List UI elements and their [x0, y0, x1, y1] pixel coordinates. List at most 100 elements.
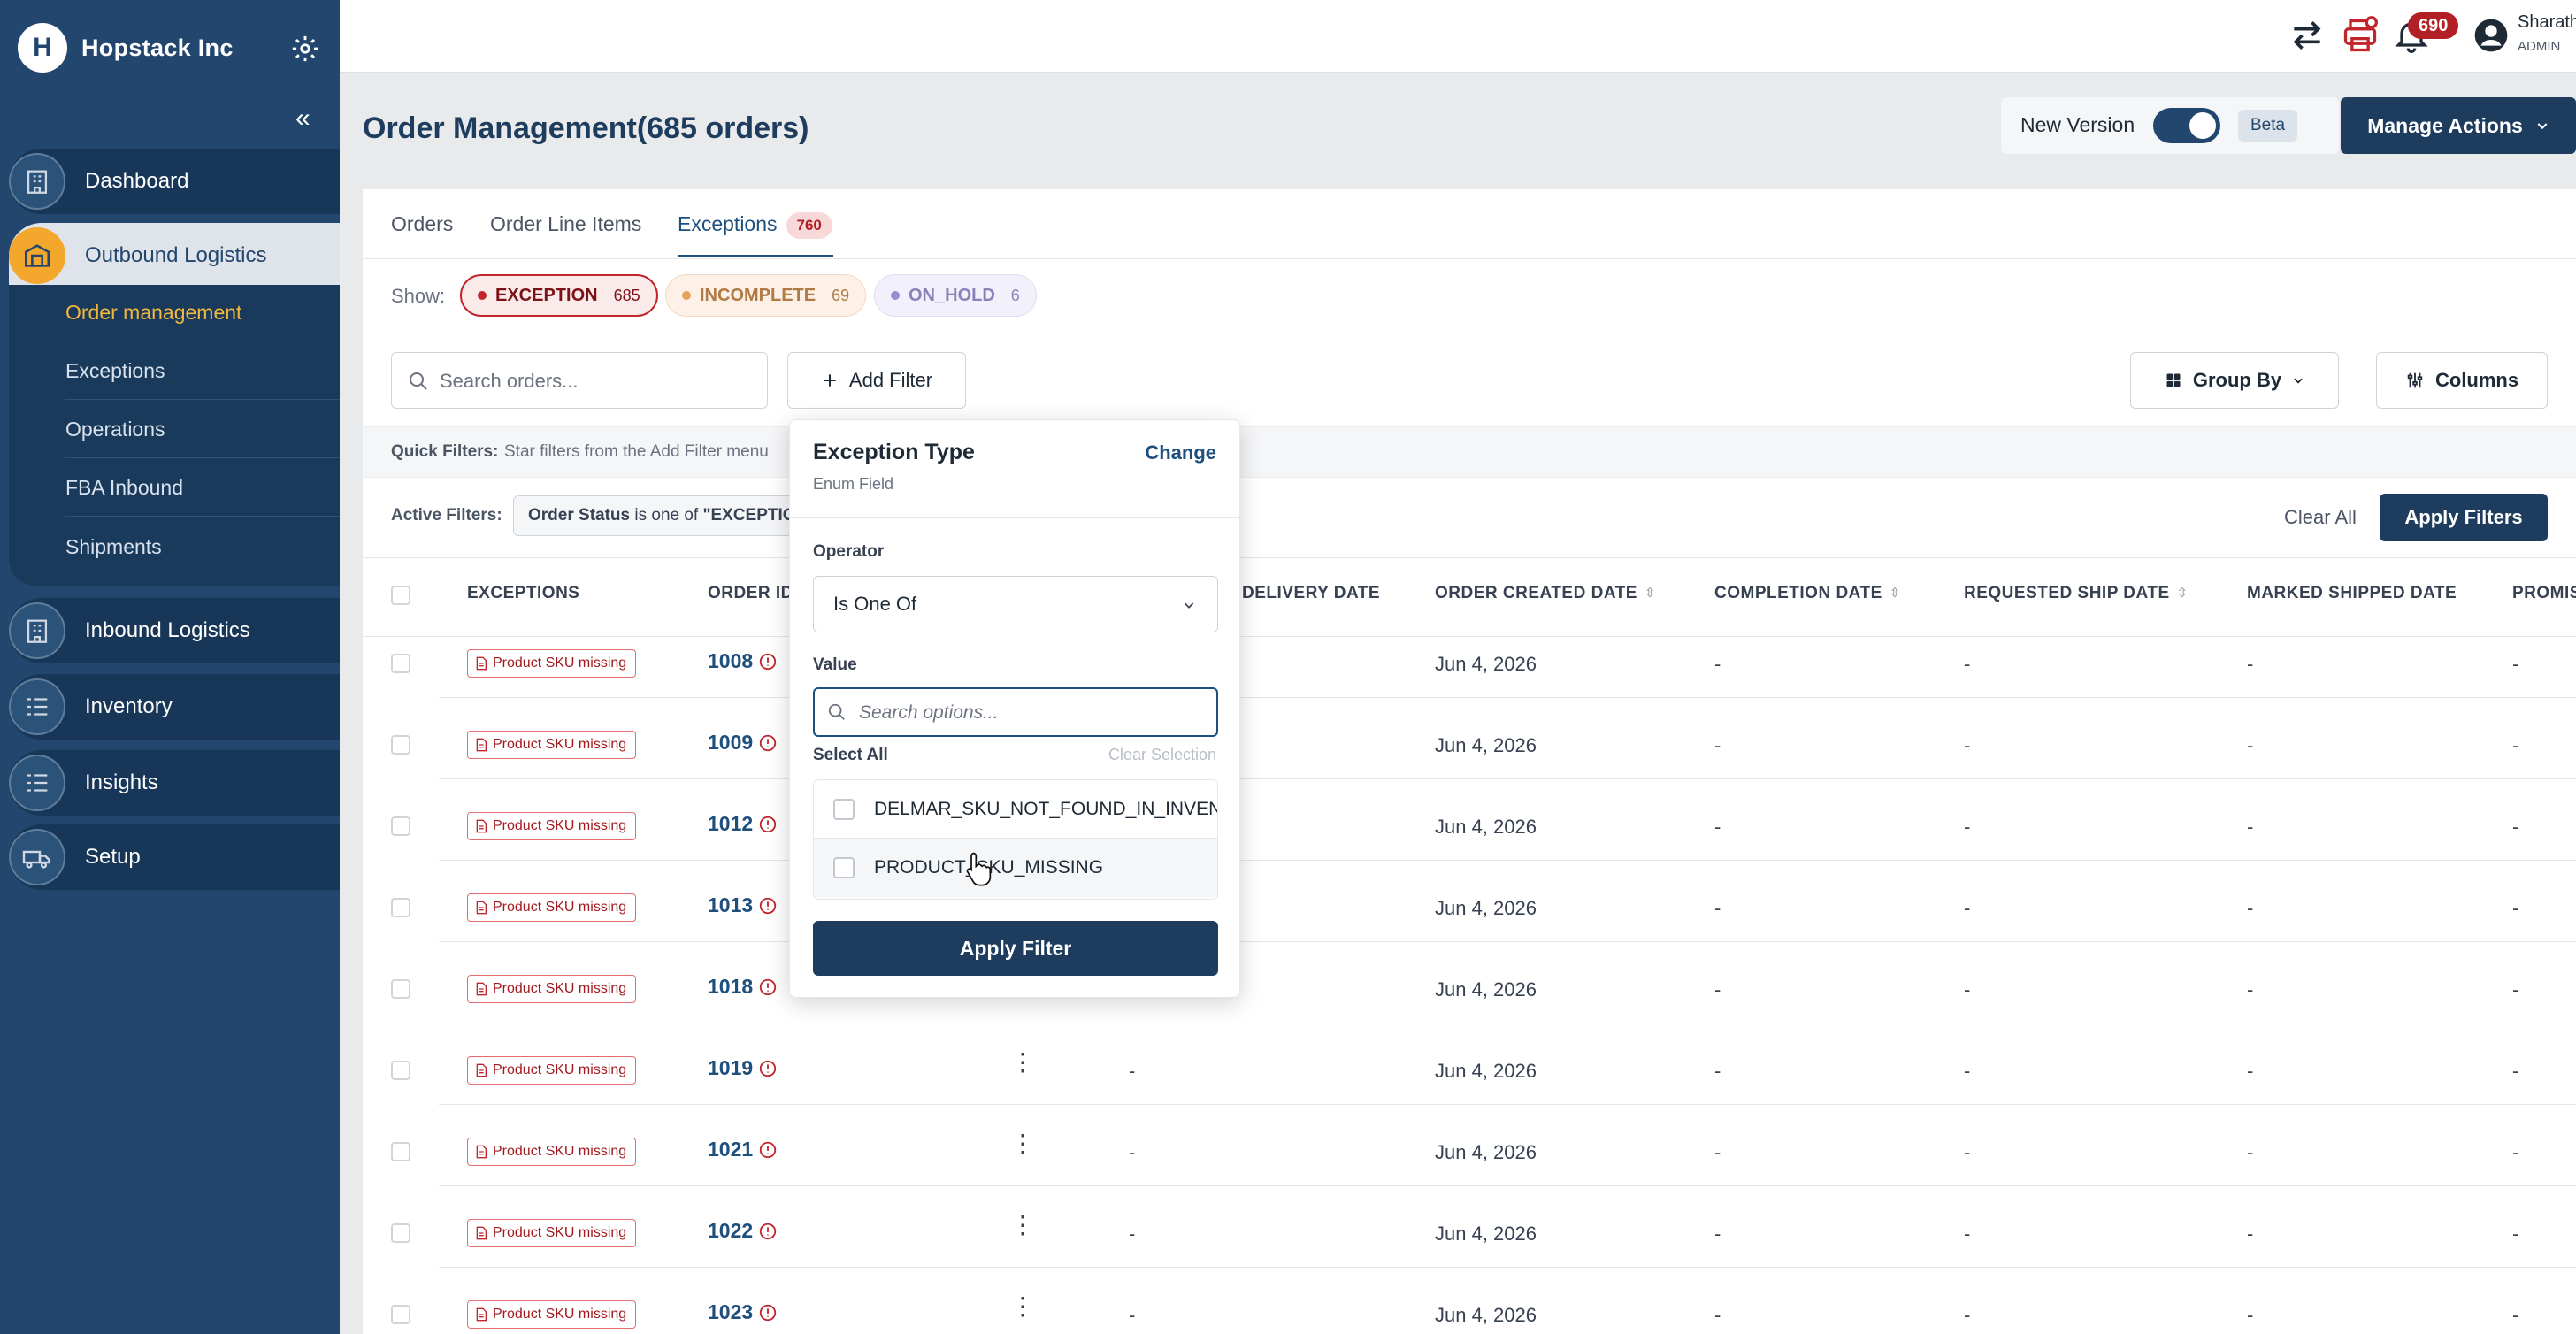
- submenu-item-operations[interactable]: Operations: [65, 402, 340, 458]
- sort-icon[interactable]: ⇳: [1644, 586, 1656, 600]
- user-avatar-icon[interactable]: [2473, 18, 2509, 53]
- printer-icon[interactable]: [2341, 16, 2380, 55]
- marked-shipped-date-cell: -: [2247, 1223, 2254, 1245]
- tab-count-badge: 760: [786, 212, 832, 239]
- row-checkbox[interactable]: [391, 1142, 410, 1162]
- warning-icon[interactable]: [758, 1059, 778, 1078]
- option-product-sku-missing[interactable]: PRODUCT_SKU_MISSING: [814, 839, 1217, 897]
- order-id-link[interactable]: 1009: [708, 731, 778, 755]
- row-actions-icon[interactable]: ⋮: [1010, 1050, 1035, 1086]
- row-checkbox[interactable]: [391, 816, 410, 836]
- order-id-link[interactable]: 1012: [708, 812, 778, 836]
- select-all-rows-checkbox[interactable]: [391, 586, 410, 605]
- column-header-completion-date[interactable]: COMPLETION DATE ⇳: [1714, 584, 1901, 603]
- clear-selection-link[interactable]: Clear Selection: [1108, 746, 1216, 764]
- column-header-requested-ship-date[interactable]: REQUESTED SHIP DATE ⇳: [1964, 584, 2189, 603]
- sidebar-item-dashboard[interactable]: Dashboard: [9, 149, 340, 214]
- column-header-promise-date[interactable]: PROMIS: [2512, 584, 2576, 603]
- row-checkbox[interactable]: [391, 1305, 410, 1324]
- warning-icon[interactable]: [758, 1303, 778, 1322]
- order-id-link[interactable]: 1023: [708, 1300, 778, 1324]
- warning-icon[interactable]: [758, 896, 778, 916]
- column-header-exceptions[interactable]: EXCEPTIONS: [467, 584, 579, 603]
- table-row-divider: [439, 1267, 2576, 1268]
- columns-button[interactable]: Columns: [2376, 352, 2548, 409]
- row-checkbox[interactable]: [391, 1223, 410, 1243]
- sidebar-item-inbound-logistics[interactable]: Inbound Logistics: [9, 598, 340, 663]
- status-dot: [478, 291, 487, 300]
- row-actions-icon[interactable]: ⋮: [1010, 1131, 1035, 1168]
- sidebar-item-inventory[interactable]: Inventory: [9, 674, 340, 740]
- column-header-delivery-date[interactable]: DELIVERY DATE: [1242, 584, 1380, 603]
- order-created-date-cell: Jun 4, 2026: [1435, 816, 1537, 838]
- brand-name: Hopstack Inc: [81, 34, 234, 61]
- warning-icon[interactable]: [758, 815, 778, 834]
- change-field-link[interactable]: Change: [1145, 441, 1216, 464]
- order-created-date-cell: Jun 4, 2026: [1435, 734, 1537, 756]
- exception-badge: Product SKU missing: [467, 731, 637, 759]
- sidebar-item-outbound-logistics[interactable]: Outbound Logistics: [9, 223, 340, 288]
- user-name[interactable]: Sharath: [2518, 12, 2576, 33]
- order-id-link[interactable]: 1019: [708, 1056, 778, 1080]
- clear-all-link[interactable]: Clear All: [2284, 506, 2357, 529]
- table-row-divider: [439, 1023, 2576, 1024]
- option-delmar-sku-not-found[interactable]: DELMAR_SKU_NOT_FOUND_IN_INVEN: [814, 780, 1217, 839]
- warning-icon[interactable]: [758, 733, 778, 753]
- warning-icon[interactable]: [758, 1140, 778, 1160]
- option-checkbox[interactable]: [833, 857, 855, 878]
- option-checkbox[interactable]: [833, 798, 855, 820]
- row-checkbox[interactable]: [391, 735, 410, 755]
- apply-filters-button[interactable]: Apply Filters: [2380, 494, 2548, 541]
- column-header-order-created-date[interactable]: ORDER CREATED DATE ⇳: [1435, 584, 1656, 603]
- warning-icon[interactable]: [758, 652, 778, 671]
- sidebar-item-insights[interactable]: Insights: [9, 750, 340, 816]
- tab-order-line-items[interactable]: Order Line Items: [490, 212, 641, 236]
- column-header-order-id[interactable]: ORDER ID: [708, 584, 794, 603]
- brand[interactable]: H Hopstack Inc: [18, 23, 234, 73]
- warning-icon[interactable]: [758, 1222, 778, 1241]
- group-by-button[interactable]: Group By: [2130, 352, 2339, 409]
- order-id-link[interactable]: 1022: [708, 1219, 778, 1243]
- new-version-toggle[interactable]: [2153, 108, 2220, 143]
- row-actions-icon[interactable]: ⋮: [1010, 1294, 1035, 1330]
- tab-exceptions[interactable]: Exceptions 760: [678, 212, 832, 239]
- option-search-input[interactable]: [859, 698, 1204, 728]
- sidebar-item-setup[interactable]: Setup: [9, 824, 340, 890]
- tab-orders[interactable]: Orders: [391, 212, 453, 236]
- delivery-date-cell: -: [1129, 1060, 1136, 1082]
- order-id-link[interactable]: 1008: [708, 649, 778, 673]
- status-chip-on-hold[interactable]: ON_HOLD 6: [874, 274, 1037, 317]
- switch-arrows-icon[interactable]: [2288, 16, 2327, 55]
- chevron-down-icon: [2294, 378, 2303, 384]
- add-filter-button[interactable]: Add Filter: [787, 352, 966, 409]
- sort-icon[interactable]: ⇳: [2177, 586, 2189, 600]
- apply-filter-button[interactable]: Apply Filter: [813, 921, 1218, 976]
- order-id-link[interactable]: 1013: [708, 893, 778, 917]
- sort-icon[interactable]: ⇳: [1890, 586, 1901, 600]
- search-input[interactable]: [440, 365, 758, 397]
- operator-select[interactable]: Is One Of: [813, 576, 1218, 632]
- column-header-marked-shipped-date[interactable]: MARKED SHIPPED DATE: [2247, 584, 2457, 603]
- row-actions-icon[interactable]: ⋮: [1010, 1213, 1035, 1249]
- submenu-item-order-management[interactable]: Order management: [65, 285, 340, 341]
- row-checkbox[interactable]: [391, 654, 410, 673]
- status-chip-incomplete[interactable]: INCOMPLETE 69: [665, 274, 867, 317]
- order-id-label: 1018: [708, 975, 754, 998]
- collapse-sidebar-icon[interactable]: «: [295, 105, 320, 133]
- order-id-link[interactable]: 1018: [708, 975, 778, 999]
- select-all-link[interactable]: Select All: [813, 746, 888, 765]
- row-checkbox[interactable]: [391, 898, 410, 917]
- active-filter-chip[interactable]: Order Status is one of "EXCEPTIO: [513, 495, 805, 536]
- gear-icon[interactable]: [290, 34, 320, 64]
- status-chip-exception[interactable]: EXCEPTION 685: [460, 274, 658, 317]
- user-role: ADMIN: [2518, 39, 2561, 54]
- row-checkbox[interactable]: [391, 979, 410, 999]
- warning-icon[interactable]: [758, 978, 778, 997]
- row-checkbox[interactable]: [391, 1061, 410, 1080]
- exception-label: Product SKU missing: [493, 1307, 627, 1322]
- submenu-item-exceptions[interactable]: Exceptions: [65, 343, 340, 400]
- order-id-link[interactable]: 1021: [708, 1138, 778, 1162]
- manage-actions-button[interactable]: Manage Actions: [2341, 97, 2576, 154]
- submenu-item-shipments[interactable]: Shipments: [65, 518, 340, 575]
- submenu-item-fba-inbound[interactable]: FBA Inbound: [65, 460, 340, 517]
